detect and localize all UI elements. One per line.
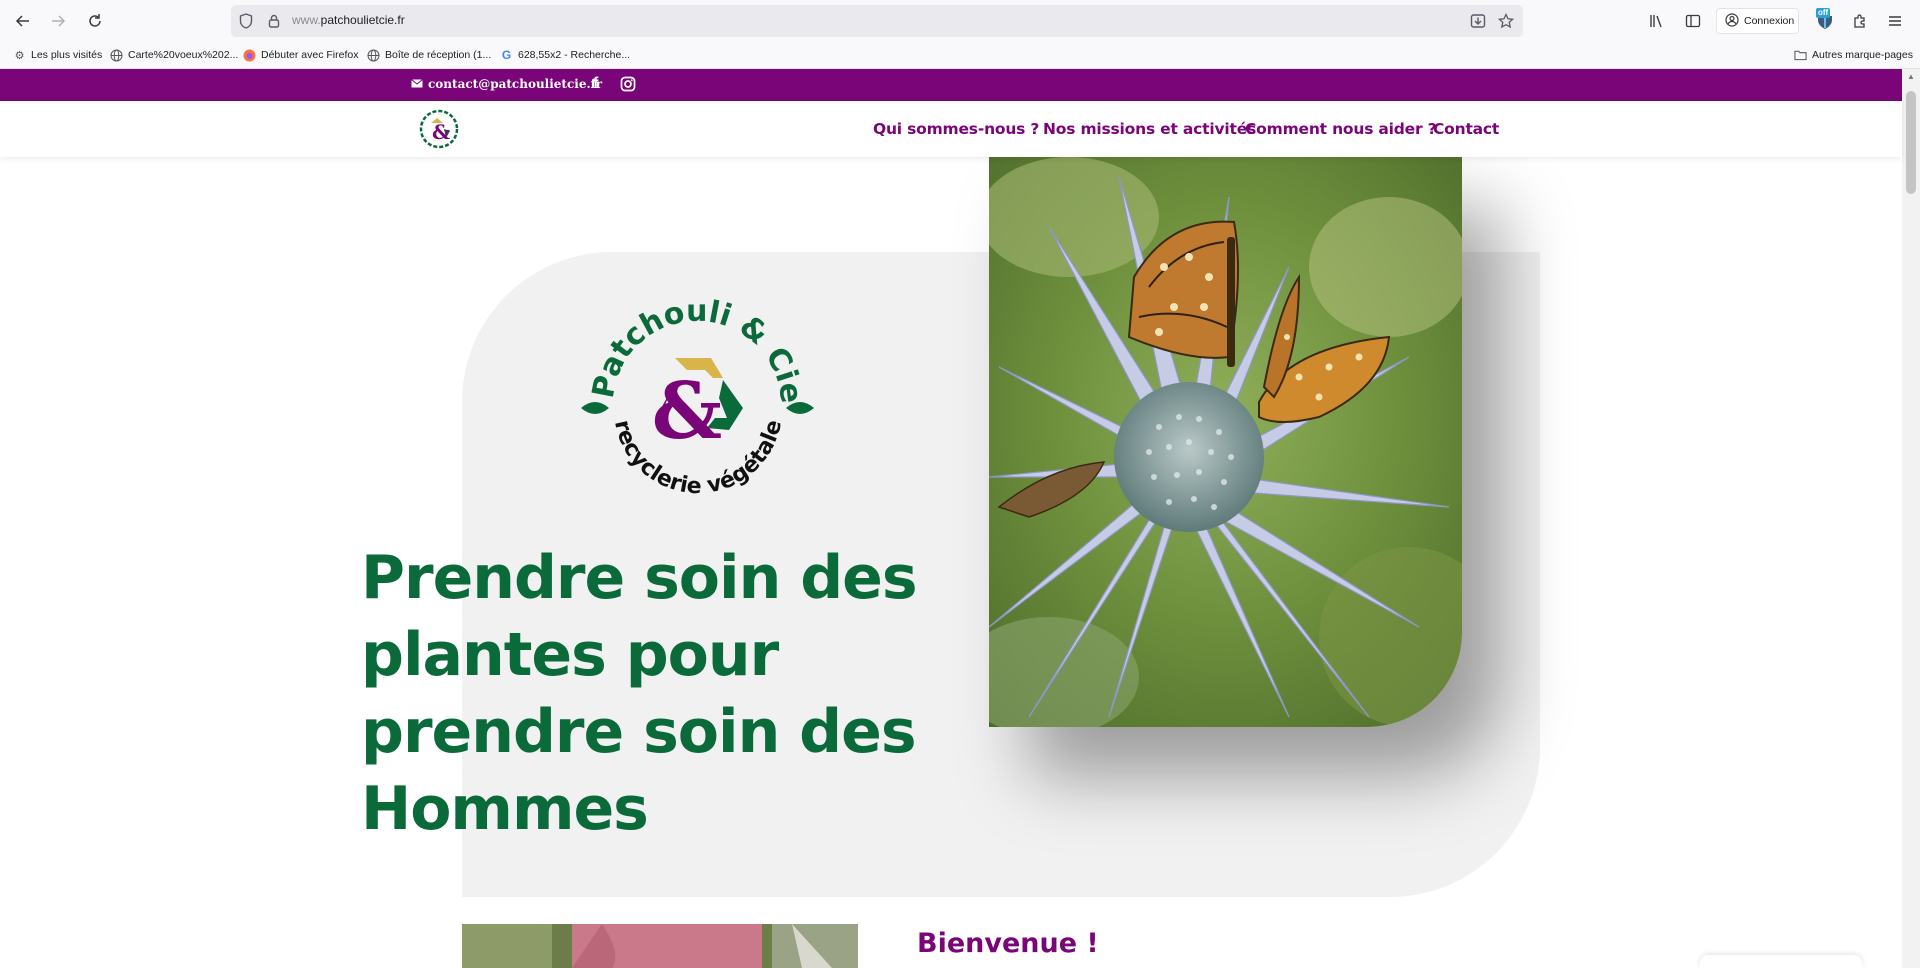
contact-email-link[interactable]: contact@patchoulietcie.fr: [411, 77, 602, 91]
extensions-puzzle-icon[interactable]: [1849, 8, 1871, 34]
bookmark-star-icon[interactable]: [1497, 12, 1515, 30]
forward-icon[interactable]: [45, 8, 71, 34]
google-icon: G: [501, 48, 512, 62]
welcome-photo: [462, 924, 858, 968]
menu-item-nous-aider[interactable]: Comment nous aider ?: [1245, 120, 1437, 138]
save-to-pocket-icon[interactable]: [1469, 12, 1487, 30]
logo-ampersand: &: [652, 366, 722, 457]
site-logo[interactable]: &: [412, 103, 466, 155]
globe-icon: [110, 49, 123, 62]
gear-icon: ⚙: [14, 49, 25, 62]
folder-icon: [1794, 49, 1807, 62]
menu-item-qui-sommes-nous[interactable]: Qui sommes-nous ?: [873, 120, 1039, 138]
sidebar-icon[interactable]: [1682, 8, 1704, 34]
hero-title: Prendre soin des plantes pour prendre so…: [361, 543, 918, 844]
bookmarks-bar: ⚙ Les plus visités Carte%20voeux%202... …: [0, 41, 1920, 69]
library-icon[interactable]: [1646, 8, 1668, 34]
bookmark-item[interactable]: Carte%20voeux%202...: [110, 47, 238, 63]
instagram-icon[interactable]: [620, 76, 637, 93]
site-header: & Qui sommes-nous ? Nos missions et acti…: [0, 101, 1902, 157]
menu-item-missions[interactable]: Nos missions et activités: [1043, 120, 1256, 138]
hero-photo: [989, 157, 1462, 727]
envelope-icon: [411, 77, 423, 91]
extension-off-icon[interactable]: off: [1812, 6, 1838, 34]
bookmark-item[interactable]: G 628,55x2 - Recherche...: [500, 47, 630, 63]
account-label: Connexion: [1744, 15, 1795, 27]
facebook-icon[interactable]: f: [593, 75, 598, 93]
menu-item-contact[interactable]: Contact: [1433, 120, 1499, 138]
svg-text:&: &: [432, 120, 450, 144]
back-icon[interactable]: [10, 8, 36, 34]
chat-widget[interactable]: [1700, 955, 1862, 968]
scrollbar-thumb[interactable]: [1906, 91, 1916, 194]
globe-icon: [367, 49, 380, 62]
extension-badge: off: [1816, 8, 1831, 18]
menu-hamburger-icon[interactable]: [1884, 8, 1906, 34]
firefox-icon: [243, 49, 256, 62]
shield-icon[interactable]: [237, 12, 255, 30]
bookmark-item[interactable]: ⚙ Les plus visités: [13, 47, 103, 63]
hero-logo: Patchouli & Cie recyclerie végétale &: [575, 290, 820, 515]
bookmark-item[interactable]: Boîte de réception (1...: [367, 47, 491, 63]
url-bar[interactable]: www.patchoulietcie.fr: [231, 5, 1523, 37]
other-bookmarks-folder[interactable]: Autres marque-pages: [1794, 47, 1913, 63]
bookmark-item[interactable]: Débuter avec Firefox: [243, 47, 358, 63]
account-button[interactable]: Connexion: [1716, 8, 1799, 34]
account-icon: [1725, 12, 1739, 30]
welcome-heading: Bienvenue !: [917, 928, 1099, 959]
lock-icon[interactable]: [265, 12, 283, 30]
reload-icon[interactable]: [82, 8, 108, 34]
scroll-up-icon[interactable]: ▲: [1907, 72, 1915, 81]
page-scrollbar[interactable]: ▲: [1902, 69, 1920, 968]
site-topbar: contact@patchoulietcie.fr f: [0, 69, 1902, 101]
browser-toolbar: www.patchoulietcie.fr Connexion off: [0, 0, 1920, 41]
url-text[interactable]: www.patchoulietcie.fr: [292, 13, 405, 27]
